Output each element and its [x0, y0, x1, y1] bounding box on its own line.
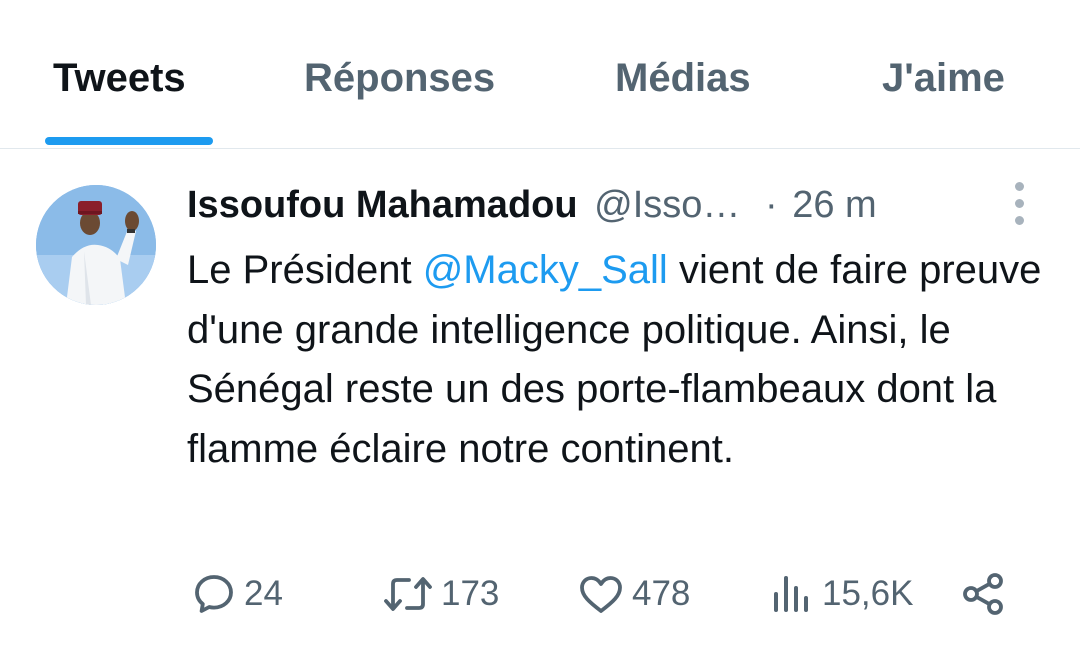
- mention-link[interactable]: @Macky_Sall: [423, 248, 668, 292]
- tab-tweets[interactable]: Tweets: [53, 56, 186, 101]
- tweet[interactable]: Issoufou Mahamadou @Isso… · 26 m Le Prés…: [0, 149, 1080, 660]
- like-count: 478: [632, 574, 691, 613]
- tweet-actions: 24 173 478 15,6K: [0, 569, 1080, 619]
- tweet-text-start: Le Président: [187, 248, 423, 292]
- tab-media[interactable]: Médias: [615, 56, 751, 101]
- reply-icon: [190, 570, 238, 618]
- tweet-timestamp[interactable]: 26 m: [792, 184, 876, 226]
- time-separator: ·: [764, 184, 778, 226]
- heart-icon: [576, 570, 626, 618]
- views-icon: [768, 570, 816, 618]
- retweet-count: 173: [441, 574, 500, 613]
- retweet-icon: [381, 570, 435, 618]
- views-count: 15,6K: [822, 574, 914, 613]
- author-handle[interactable]: @Isso…: [594, 184, 740, 226]
- share-button[interactable]: [958, 569, 1008, 619]
- reply-button[interactable]: 24: [190, 569, 283, 619]
- reply-count: 24: [244, 574, 283, 613]
- avatar[interactable]: [36, 185, 156, 305]
- share-icon: [958, 570, 1008, 618]
- retweet-button[interactable]: 173: [381, 569, 499, 619]
- active-tab-indicator: [45, 137, 213, 145]
- tab-replies[interactable]: Réponses: [304, 56, 495, 101]
- tweet-header: Issoufou Mahamadou @Isso… · 26 m: [187, 183, 877, 227]
- tab-likes[interactable]: J'aime: [882, 56, 1005, 101]
- tweet-text: Le Président @Macky_Sall vient de faire …: [187, 241, 1047, 479]
- author-name[interactable]: Issoufou Mahamadou: [187, 184, 578, 226]
- views-button[interactable]: 15,6K: [768, 569, 913, 619]
- like-button[interactable]: 478: [576, 569, 690, 619]
- profile-tabs: Tweets Réponses Médias J'aime: [0, 0, 1080, 149]
- more-vertical-icon[interactable]: [1006, 182, 1034, 226]
